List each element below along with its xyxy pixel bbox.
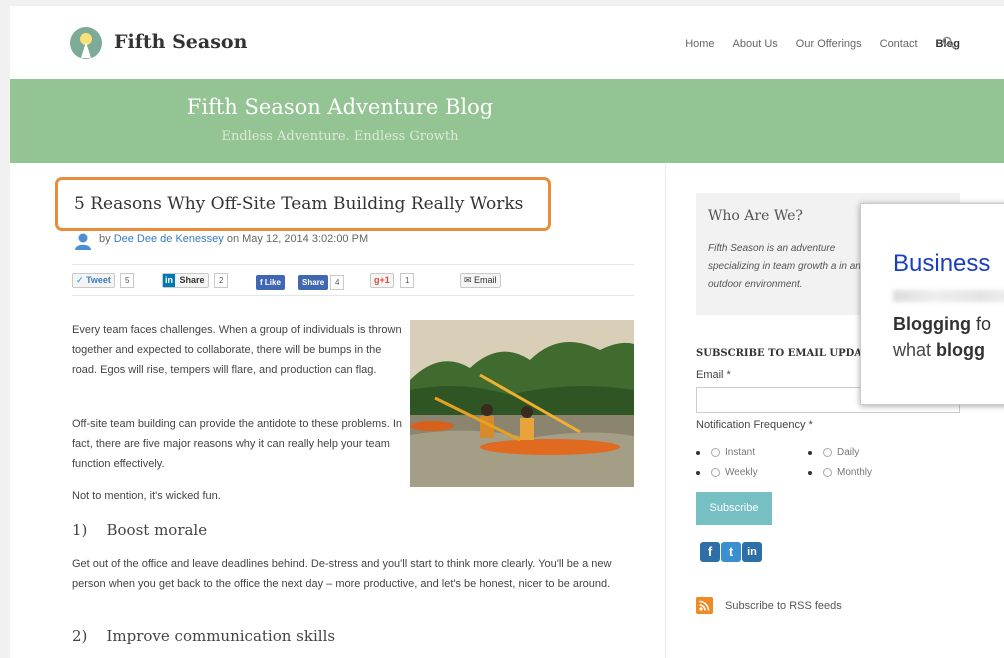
tweet-button[interactable]: ✓ Tweet [72,273,115,288]
post-date: May 12, 2014 3:02:00 PM [242,233,369,245]
popup-bold-2: blogg [936,340,986,360]
linkedin-share-button[interactable]: in Share [162,273,209,288]
facebook-social-icon[interactable]: f [700,542,720,562]
nav-our-offerings[interactable]: Our Offerings [796,38,862,50]
linkedin-icon: in [163,274,175,287]
radio-circle-icon [823,468,832,477]
section-2-number: 2) [72,627,88,645]
subscribe-button[interactable]: Subscribe [696,492,772,525]
rss-link[interactable]: Subscribe to RSS feeds [725,600,842,612]
popup-text-2: what [893,340,937,360]
paragraph-1: Every team faces challenges. When a grou… [72,324,402,376]
radio-instant-label: Instant [725,447,756,458]
tweet-label: Tweet [86,275,111,285]
popup-text-1: fo [970,314,991,334]
popup-snippet-line-1: Blogging fo [893,314,991,335]
section-1-title: Boost morale [106,521,208,539]
tweet-count: 5 [120,273,135,288]
frequency-label: Notification Frequency * [696,419,813,431]
post-title-highlight: 5 Reasons Why Off-Site Team Building Rea… [55,177,551,231]
section-1-text: Get out of the office and leave deadline… [72,558,612,590]
radio-monthly[interactable]: Monthly [808,467,872,478]
section-heading-2: 2) Improve communication skills [72,627,335,645]
radio-weekly[interactable]: Weekly [696,467,758,478]
radio-monthly-label: Monthly [837,467,873,478]
post-title[interactable]: 5 Reasons Why Off-Site Team Building Rea… [74,194,523,214]
who-are-we-title: Who Are We? [708,208,803,224]
paragraph-3: Not to mention, it's wicked fun. [72,490,221,502]
twitter-social-icon[interactable]: t [721,542,741,562]
radio-daily-label: Daily [837,447,860,458]
email-share-label: Email [474,275,497,285]
gplus-button[interactable]: g+1 [370,273,394,288]
facebook-count: 4 [330,275,345,290]
radio-circle-icon [823,448,832,457]
radio-weekly-label: Weekly [725,467,758,478]
facebook-share-button[interactable]: Share [298,275,329,290]
sidebar-divider [665,163,666,658]
nav-about-us[interactable]: About Us [733,38,778,50]
banner-title: Fifth Season Adventure Blog [186,95,494,119]
linkedin-social-icon[interactable]: in [742,542,762,562]
search-preview-popup: Business Blogging fo what blogg [860,203,1004,405]
kayak-photo [410,320,634,487]
site-header: Fifth Season Home About Us Our Offerings… [10,6,1004,82]
email-label: Email * [696,369,731,381]
gplus-count: 1 [400,273,415,288]
popup-blurred-url [893,290,1004,302]
paragraph-2: Off-site team building can provide the a… [72,418,402,470]
section-heading-1: 1) Boost morale [72,521,207,539]
blog-banner: Fifth Season Adventure Blog Endless Adve… [10,79,1004,163]
logo-icon[interactable] [70,27,102,59]
fb-like-label: Like [264,278,281,287]
byline-on: on [226,233,240,245]
share-bar: ✓ Tweet 5 in Share 2 f Like Share 4 g+1 … [72,264,634,296]
section-1-number: 1) [72,521,88,539]
popup-bold-1: Blogging [893,314,971,334]
banner-subtitle: Endless Adventure. Endless Growth [221,129,459,144]
rss-icon[interactable] [696,597,713,614]
page: Fifth Season Home About Us Our Offerings… [10,6,1004,658]
linkedin-count: 2 [214,273,229,288]
nav-contact[interactable]: Contact [880,38,918,50]
subscribe-heading: SUBSCRIBE TO EMAIL UPDAT [696,348,869,359]
gplus-label: +1 [379,275,390,285]
radio-daily[interactable]: Daily [808,447,859,458]
popup-snippet-line-2: what blogg [893,340,985,361]
search-icon[interactable] [942,36,956,50]
popup-title[interactable]: Business [893,250,990,278]
byline-by: by [99,233,111,245]
section-2-title: Improve communication skills [106,627,336,645]
who-are-we-text: Fifth Season is an adventure specializin… [708,243,861,290]
brand-name[interactable]: Fifth Season [114,31,247,53]
radio-circle-icon [711,448,720,457]
author-avatar-icon [75,233,91,250]
byline: by Dee Dee de Kenessey on May 12, 2014 3… [99,233,368,245]
twitter-icon: ✓ [76,275,84,285]
facebook-like-button[interactable]: f Like [256,275,285,290]
linkedin-label: Share [179,275,205,285]
envelope-icon: ✉ [464,275,475,285]
main-nav: Home About Us Our Offerings Contact Blog [685,38,967,82]
nav-home[interactable]: Home [685,38,714,50]
author-link[interactable]: Dee Dee de Kenessey [114,233,224,245]
radio-instant[interactable]: Instant [696,447,755,458]
email-share-button[interactable]: ✉ Email [460,273,501,288]
radio-circle-icon [711,468,720,477]
